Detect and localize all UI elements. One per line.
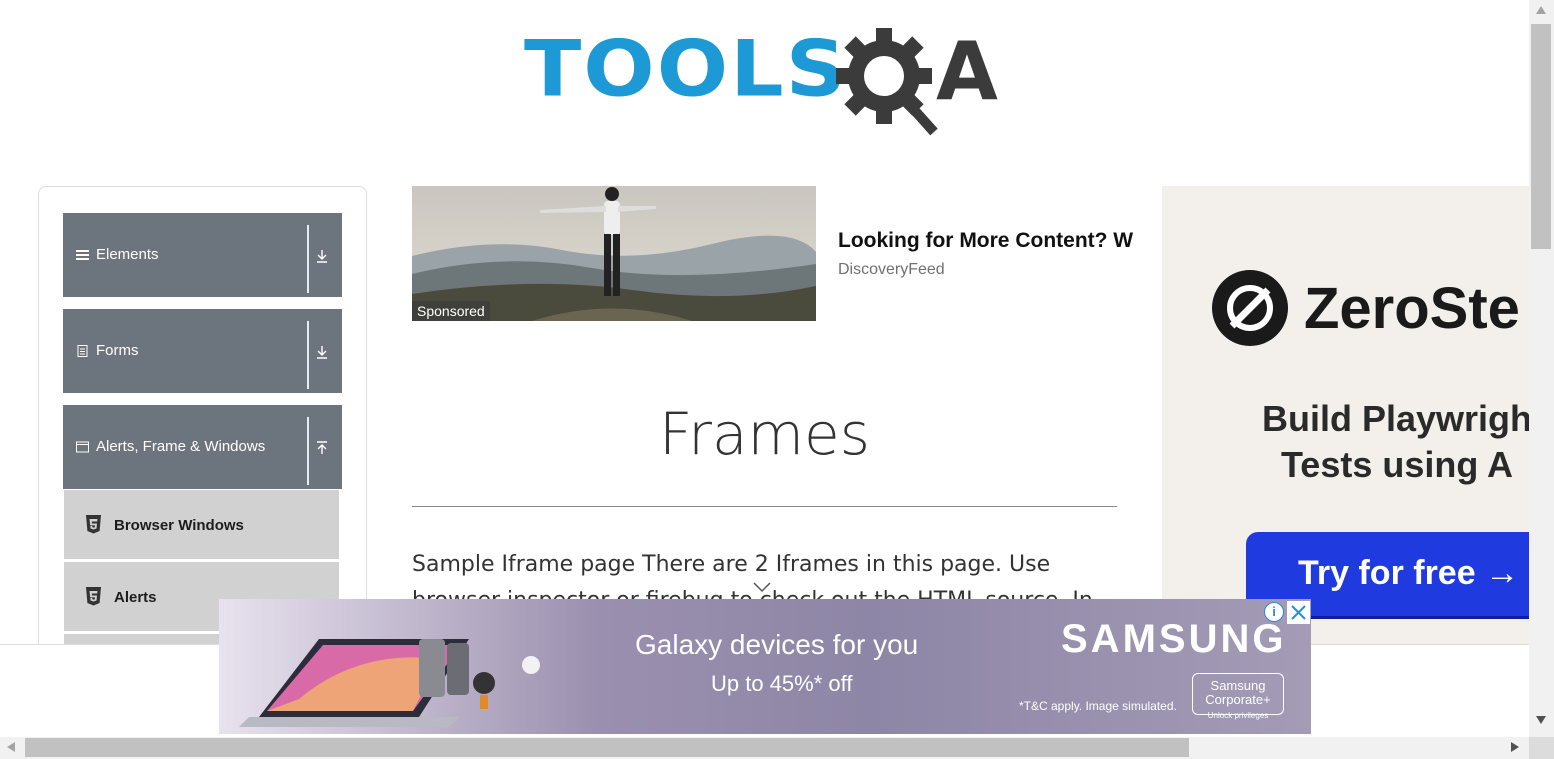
html5-icon: [86, 515, 101, 534]
sidebar-item-label: Alerts: [114, 589, 157, 606]
download-arrow-icon[interactable]: [315, 345, 329, 359]
samsung-banner-ad[interactable]: Galaxy devices for you Up to 45%* off SA…: [219, 599, 1311, 734]
nav-group-alerts-frame-windows[interactable]: Alerts, Frame & Windows: [63, 405, 342, 489]
download-arrow-icon[interactable]: [315, 249, 329, 263]
nav-group-label: Elements: [96, 246, 159, 263]
ad-fine-print: *T&C apply. Image simulated.: [1019, 699, 1177, 713]
samsung-logo-text: SAMSUNG: [1061, 617, 1287, 661]
sidebar-item-browser-windows[interactable]: Browser Windows: [64, 489, 339, 559]
devices-illustration: [239, 639, 540, 727]
sponsored-ad-image[interactable]: Sponsored: [412, 186, 816, 321]
divider: [307, 321, 309, 389]
scroll-up-icon[interactable]: [1536, 6, 1546, 14]
page-viewport: TOOLS A Elements Forms Alerts, Frame & W…: [0, 0, 1529, 737]
hamburger-icon: [76, 250, 89, 260]
ad-info-icon[interactable]: i: [1264, 602, 1284, 622]
form-document-icon: [77, 345, 88, 357]
nav-group-elements[interactable]: Elements: [63, 213, 342, 297]
ad-subheadline: Up to 45%* off: [711, 671, 853, 696]
right-side-ad[interactable]: ZeroSte Build Playwrigh Tests using A Tr…: [1162, 186, 1529, 644]
ad-brand-name: ZeroSte: [1304, 275, 1520, 341]
horizontal-scroll-thumb[interactable]: [25, 738, 1189, 757]
html5-icon: [86, 587, 101, 606]
logo-a-text: A: [936, 25, 998, 118]
scroll-right-icon[interactable]: [1511, 742, 1519, 752]
upload-arrow-icon[interactable]: [315, 441, 329, 455]
page-title: Frames: [659, 400, 870, 468]
samsung-corporate-badge: Samsung Corporate+ Unlock privileges: [1192, 673, 1284, 720]
ad-brand: ZeroSte: [1210, 268, 1520, 348]
close-icon[interactable]: [1287, 601, 1310, 624]
window-icon: [76, 441, 89, 453]
sidebar-item-label: Browser Windows: [114, 517, 244, 534]
scroll-down-icon[interactable]: [1536, 716, 1546, 724]
gear-magnifier-icon: [836, 28, 938, 136]
logo-tools-text: TOOLS: [524, 23, 849, 114]
scrollbar-corner: [1529, 737, 1554, 759]
vertical-scroll-thumb[interactable]: [1531, 24, 1551, 249]
ad-tagline: Build Playwrigh Tests using A: [1261, 398, 1529, 485]
sponsored-headline-link[interactable]: Looking for More Content? W: [838, 229, 1161, 253]
ad-headline: Galaxy devices for you: [635, 629, 919, 660]
tools-qa-logo[interactable]: TOOLS A: [524, 20, 1014, 140]
nav-group-label: Alerts, Frame & Windows: [96, 438, 266, 455]
sponsored-source[interactable]: DiscoveryFeed: [838, 261, 945, 279]
nav-group-forms[interactable]: Forms: [63, 309, 342, 393]
zerostep-logo-icon: [1212, 270, 1288, 346]
nav-group-label: Forms: [96, 342, 139, 359]
scroll-left-icon[interactable]: [7, 742, 15, 752]
corporate-sublabel: Unlock privileges: [1207, 711, 1269, 720]
title-divider: [412, 506, 1117, 507]
sponsored-tag: Sponsored: [412, 301, 490, 321]
divider: [307, 225, 309, 293]
vertical-scrollbar[interactable]: [1529, 0, 1554, 737]
divider: [307, 417, 309, 485]
corporate-label: Samsung Corporate+: [1205, 678, 1271, 707]
chevron-down-icon[interactable]: [752, 581, 772, 593]
horizontal-scrollbar[interactable]: [0, 737, 1529, 759]
